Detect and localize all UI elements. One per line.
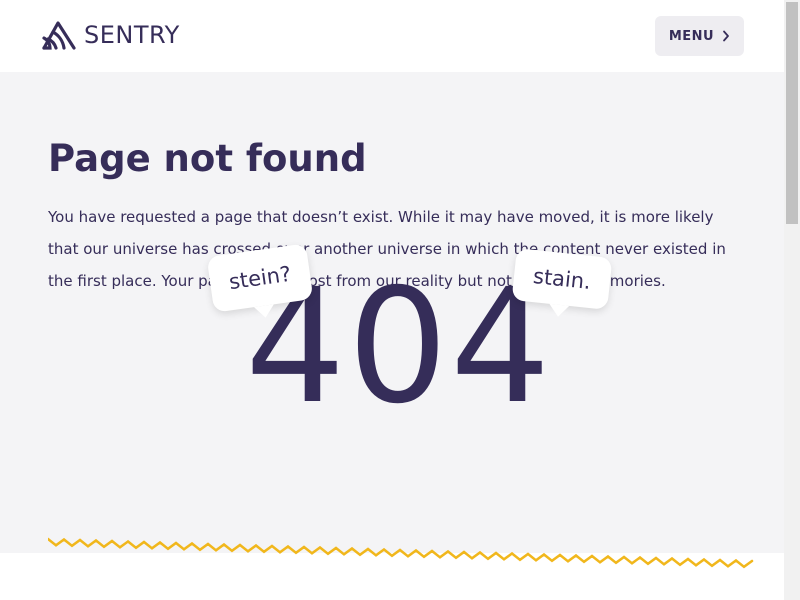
site-header: SENTRY MENU xyxy=(0,0,784,72)
sentry-logo-icon xyxy=(42,21,76,50)
sentry-logo[interactable]: SENTRY xyxy=(40,18,180,52)
menu-button-label: MENU xyxy=(668,28,715,44)
speech-bubble-left-text: stein? xyxy=(227,261,293,295)
speech-bubble-right: stain. xyxy=(511,248,613,310)
chevron-right-icon xyxy=(723,30,730,42)
menu-button[interactable]: MENU xyxy=(655,16,744,56)
speech-bubble-right-text: stain. xyxy=(531,264,593,294)
logo-text: SENTRY xyxy=(84,21,180,49)
wavy-divider xyxy=(48,537,754,569)
scrollbar-thumb[interactable] xyxy=(786,2,798,224)
page-title: Page not found xyxy=(48,137,367,180)
